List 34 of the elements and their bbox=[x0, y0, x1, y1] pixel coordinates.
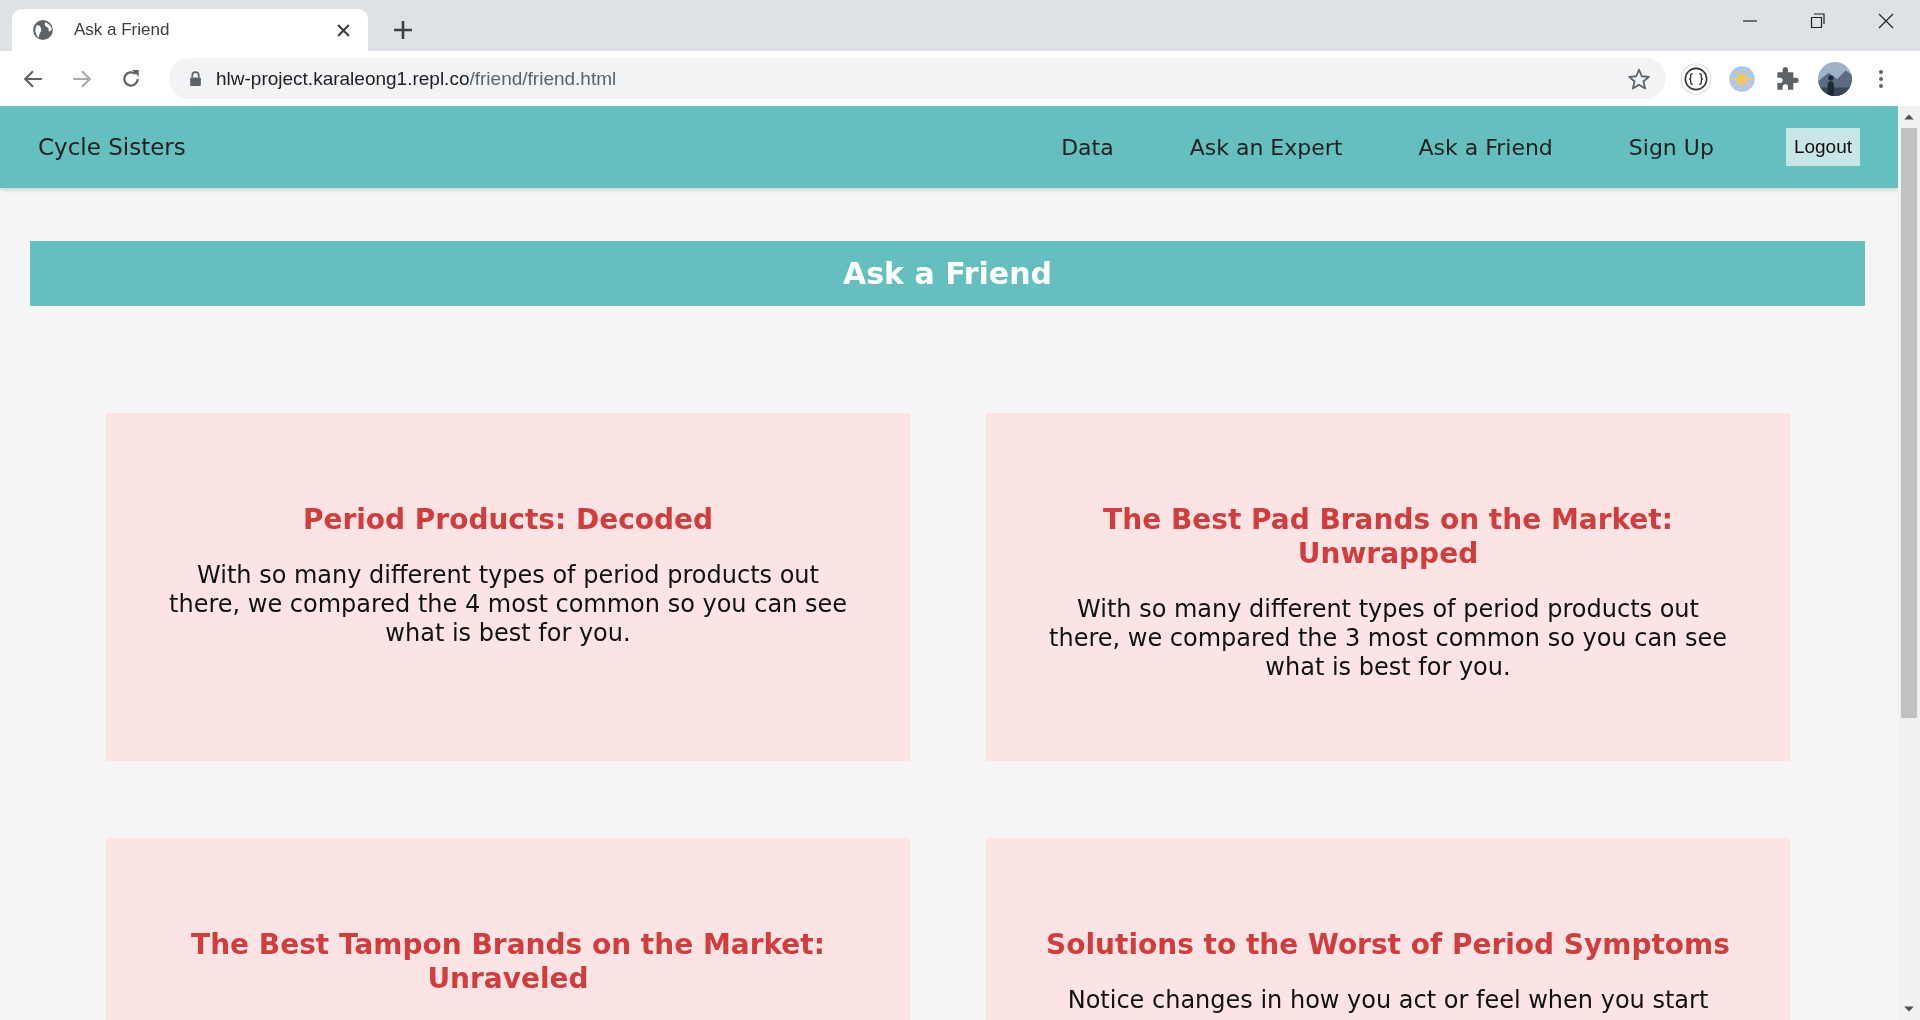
browser-tab[interactable]: Ask a Friend bbox=[12, 9, 368, 51]
close-icon[interactable] bbox=[337, 23, 350, 37]
card-description: With so many different types of period products out there, we compared the 4 most common so you can see what is best for you. bbox=[168, 561, 848, 648]
reload-icon[interactable] bbox=[121, 68, 141, 89]
card-title: The Best Pad Brands on the Market: Unwrapped bbox=[1102, 503, 1674, 571]
scrollbar-thumb[interactable] bbox=[1901, 128, 1917, 718]
back-arrow-icon[interactable] bbox=[23, 68, 43, 89]
nav-link[interactable]: Ask a Friend bbox=[1418, 134, 1553, 160]
article-card[interactable]: The Best Tampon Brands on the Market: Unraveled bbox=[106, 838, 910, 1020]
article-card[interactable]: Period Products: Decoded With so many different types of period products out there, we compared the 4 most common so you can see what is best for you. bbox=[106, 413, 910, 761]
article-card[interactable]: The Best Pad Brands on the Market: Unwrapped With so many different types of period products out there, we compared the 3 most common so you can see what is best for you. bbox=[986, 413, 1790, 761]
lock-icon bbox=[189, 71, 202, 86]
scrollbar[interactable] bbox=[1898, 106, 1920, 1020]
address-bar[interactable]: hlw-project.karaleong1.repl.co/friend/friend.html bbox=[169, 58, 1666, 99]
url-text: hlw-project.karaleong1.repl.co/friend/friend.html bbox=[216, 67, 617, 90]
nav-link[interactable]: Sign Up bbox=[1628, 134, 1714, 160]
logout-button[interactable]: Logout bbox=[1785, 128, 1860, 166]
close-icon[interactable] bbox=[1878, 13, 1894, 29]
extension-icon[interactable] bbox=[1680, 62, 1712, 95]
card-title: The Best Tampon Brands on the Market: Unraveled bbox=[190, 928, 826, 996]
card-description: Notice changes in how you act or feel when you start bbox=[1066, 986, 1710, 1015]
article-card[interactable]: Solutions to the Worst of Period Symptoms Notice changes in how you act or feel when you start bbox=[986, 838, 1790, 1020]
bookmark-star-icon[interactable] bbox=[1628, 67, 1650, 90]
nav-link[interactable]: Ask an Expert bbox=[1189, 134, 1343, 160]
restore-icon[interactable] bbox=[1810, 13, 1826, 29]
card-title: Period Products: Decoded bbox=[301, 503, 715, 537]
menu-icon[interactable] bbox=[1878, 68, 1884, 89]
nav-link[interactable]: Data bbox=[1061, 134, 1114, 160]
card-title: Solutions to the Worst of Period Symptoms bbox=[1045, 928, 1731, 962]
card-description: With so many different types of period products out there, we compared the 3 most common so you can see what is best for you. bbox=[1048, 595, 1728, 682]
new-tab-icon[interactable] bbox=[394, 21, 412, 39]
globe-icon bbox=[32, 19, 54, 41]
site-name[interactable]: Cycle Sisters bbox=[38, 134, 186, 160]
page-title: Ask a Friend bbox=[843, 256, 1052, 291]
